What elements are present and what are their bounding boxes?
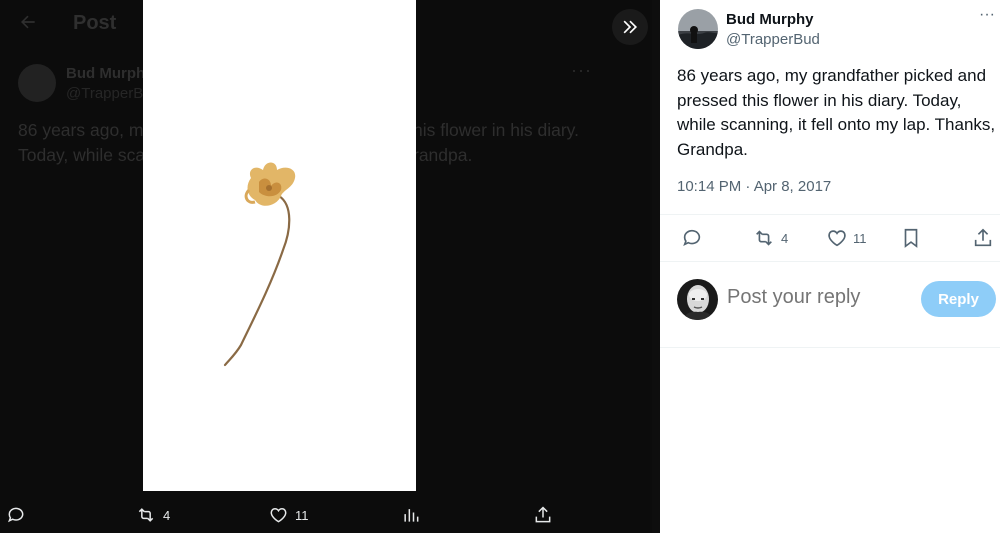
retweet-count: 4 xyxy=(781,230,789,246)
divider xyxy=(652,0,660,533)
like-count: 11 xyxy=(295,507,309,523)
bookmark-icon xyxy=(904,228,918,248)
heart-icon xyxy=(270,507,287,523)
reply-button[interactable] xyxy=(681,227,703,249)
arrow-left-icon xyxy=(21,15,35,29)
more-icon: ··· xyxy=(571,60,592,80)
reply-button[interactable] xyxy=(6,505,26,525)
post-text-line1-tail: his flower in his diary. xyxy=(413,120,579,140)
post-text-line1: 86 years ago, m xyxy=(18,120,144,140)
share-icon xyxy=(535,506,551,523)
analytics-icon xyxy=(404,509,419,522)
share-button[interactable] xyxy=(972,227,994,249)
retweet-button[interactable]: 4 xyxy=(135,505,170,525)
media-image[interactable] xyxy=(143,0,416,491)
reply-icon xyxy=(8,507,24,523)
tweet-text: 86 years ago, my grandfather picked and … xyxy=(677,66,996,159)
avatar[interactable] xyxy=(678,9,718,49)
post-text-line2: Today, while sca xyxy=(18,145,146,165)
divider xyxy=(660,347,1000,348)
tweet-action-bar: 4 11 xyxy=(660,218,1000,258)
avatar xyxy=(18,64,56,102)
page-title: Post xyxy=(73,12,117,34)
share-icon xyxy=(974,228,992,247)
retweet-icon xyxy=(138,508,154,522)
collapse-panel-button[interactable] xyxy=(612,9,648,45)
author-name[interactable]: Bud Murphy xyxy=(726,11,814,28)
retweet-icon xyxy=(756,230,772,246)
divider xyxy=(660,214,1000,215)
reply-submit-button[interactable]: Reply xyxy=(921,281,996,317)
tweet-timestamp[interactable]: 10:14 PM · Apr 8, 2017 xyxy=(677,178,831,195)
tweet-panel: Bud Murphy @TrapperBud ··· 86 years ago,… xyxy=(660,0,1000,533)
divider xyxy=(660,261,1000,262)
author-name: Bud Murph xyxy=(66,65,146,82)
post-text-line2-tail: randpa. xyxy=(413,145,473,165)
author-handle: @TrapperB xyxy=(66,85,144,102)
retweet-count: 4 xyxy=(163,507,171,523)
author-handle[interactable]: @TrapperBud xyxy=(726,31,820,48)
retweet-button[interactable]: 4 xyxy=(752,227,788,249)
heart-icon xyxy=(828,230,846,247)
back-button[interactable] xyxy=(18,12,38,38)
reply-icon xyxy=(683,229,701,247)
chevrons-right-icon xyxy=(623,20,638,34)
media-viewer: Post Bud Murph @TrapperB ··· 86 years ag… xyxy=(0,0,660,533)
like-count: 11 xyxy=(853,230,867,246)
bookmark-button[interactable] xyxy=(900,227,922,249)
views-button[interactable] xyxy=(401,505,421,525)
more-icon[interactable]: ··· xyxy=(979,6,995,24)
share-button[interactable] xyxy=(533,505,553,525)
user-avatar[interactable] xyxy=(677,279,718,320)
reply-input[interactable] xyxy=(727,286,907,309)
like-button[interactable]: 11 xyxy=(268,505,309,525)
viewer-action-bar: 4 11 xyxy=(0,499,660,533)
like-button[interactable]: 11 xyxy=(826,227,867,249)
